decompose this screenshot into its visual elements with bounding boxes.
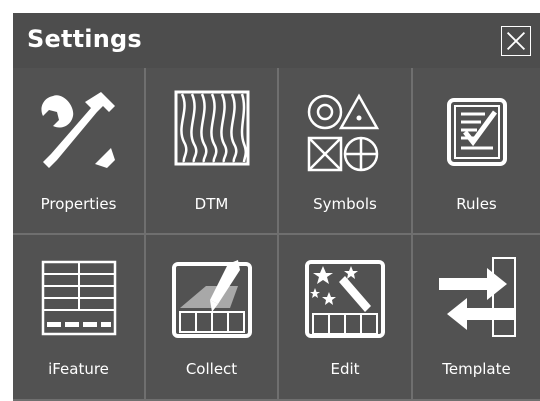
collect-label: Collect (185, 360, 238, 378)
dtm-tile[interactable]: DTM (146, 68, 279, 235)
rules-label: Rules (456, 195, 497, 213)
panel-title: Settings (27, 25, 142, 53)
settings-panel: Settings Properties DTM Symbols Rules iF… (13, 13, 540, 401)
rules-checklist-icon (431, 86, 523, 178)
magic-wand-edit-icon (299, 252, 391, 344)
dtm-label: DTM (194, 195, 229, 213)
symbols-tile[interactable]: Symbols (279, 68, 413, 235)
edit-label: Edit (330, 360, 360, 378)
title-bar: Settings (13, 13, 540, 69)
template-label: Template (442, 360, 511, 378)
properties-label: Properties (40, 195, 117, 213)
close-button[interactable] (501, 26, 531, 56)
table-grid-icon (33, 252, 125, 344)
swap-arrows-icon (431, 252, 523, 344)
dtm-contours-icon (166, 86, 258, 178)
symbols-label: Symbols (313, 195, 377, 213)
close-icon (506, 31, 526, 51)
properties-tile[interactable]: Properties (13, 68, 146, 235)
collect-tile[interactable]: Collect (146, 235, 279, 401)
ifeature-tile[interactable]: iFeature (13, 235, 146, 401)
symbols-icon (299, 86, 391, 178)
edit-tile[interactable]: Edit (279, 235, 413, 401)
ifeature-label: iFeature (48, 360, 109, 378)
template-tile[interactable]: Template (413, 235, 540, 401)
wrench-hammer-icon (33, 86, 125, 178)
settings-grid: Properties DTM Symbols Rules iFeature Co… (13, 68, 540, 401)
pen-collect-icon (166, 252, 258, 344)
rules-tile[interactable]: Rules (413, 68, 540, 235)
